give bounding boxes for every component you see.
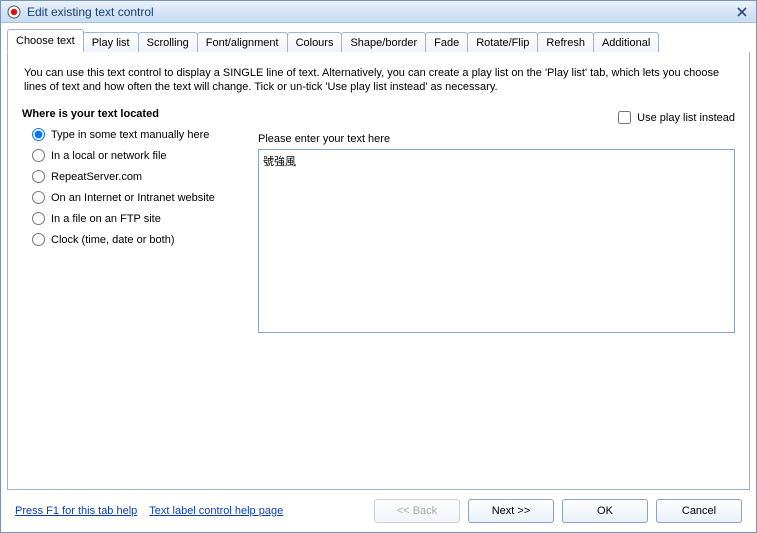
window-title: Edit existing text control [27,5,732,19]
radio-option-local-file[interactable]: In a local or network file [22,149,242,162]
tabstrip: Choose text Play list Scrolling Font/ali… [1,23,756,52]
use-playlist-row: Use play list instead [258,108,735,127]
radio-option-repeatserver[interactable]: RepeatServer.com [22,170,242,183]
radio-label: RepeatServer.com [51,171,142,183]
text-field-label: Please enter your text here [258,133,735,145]
help-page-link[interactable]: Text label control help page [149,505,283,517]
radio-option-ftp[interactable]: In a file on an FTP site [22,212,242,225]
right-column: Use play list instead Please enter your … [258,108,735,336]
left-column: Where is your text located Type in some … [22,108,242,254]
tab-colours[interactable]: Colours [287,32,343,53]
ok-button[interactable]: OK [562,499,648,523]
radio-label: Type in some text manually here [51,129,209,141]
radio-label: Clock (time, date or both) [51,234,175,246]
radio-input-local-file[interactable] [32,149,45,162]
radio-option-clock[interactable]: Clock (time, date or both) [22,233,242,246]
cancel-button[interactable]: Cancel [656,499,742,523]
tab-font-alignment[interactable]: Font/alignment [197,32,288,53]
footer: Press F1 for this tab help Text label co… [1,490,756,532]
radio-label: In a local or network file [51,150,167,162]
next-button[interactable]: Next >> [468,499,554,523]
tab-rotate-flip[interactable]: Rotate/Flip [467,32,538,53]
radio-label: On an Internet or Intranet website [51,192,215,204]
tab-play-list[interactable]: Play list [83,32,139,53]
footer-buttons: << Back Next >> OK Cancel [374,499,742,523]
radio-input-manual[interactable] [32,128,45,141]
back-button: << Back [374,499,460,523]
help-f1-link[interactable]: Press F1 for this tab help [15,505,137,517]
tab-choose-text[interactable]: Choose text [7,29,84,52]
app-icon [7,5,21,19]
radio-input-clock[interactable] [32,233,45,246]
tab-additional[interactable]: Additional [593,32,659,53]
tab-content: You can use this text control to display… [7,52,750,490]
radio-input-repeatserver[interactable] [32,170,45,183]
tab-fade[interactable]: Fade [425,32,468,53]
tab-refresh[interactable]: Refresh [537,32,594,53]
radio-label: In a file on an FTP site [51,213,161,225]
use-playlist-checkbox[interactable] [618,111,631,124]
radio-input-internet[interactable] [32,191,45,204]
intro-text: You can use this text control to display… [22,62,735,108]
dialog-window: Edit existing text control Choose text P… [0,0,757,533]
tab-shape-border[interactable]: Shape/border [341,32,426,53]
location-radio-group: Type in some text manually here In a loc… [22,128,242,246]
radio-input-ftp[interactable] [32,212,45,225]
titlebar: Edit existing text control [1,1,756,23]
radio-option-internet[interactable]: On an Internet or Intranet website [22,191,242,204]
text-input[interactable] [258,149,735,333]
use-playlist-label[interactable]: Use play list instead [637,112,735,124]
main-row: Where is your text located Type in some … [22,108,735,336]
close-button[interactable] [732,4,752,20]
tab-scrolling[interactable]: Scrolling [138,32,198,53]
radio-option-manual[interactable]: Type in some text manually here [22,128,242,141]
location-heading: Where is your text located [22,108,242,120]
footer-links: Press F1 for this tab help Text label co… [15,505,374,517]
